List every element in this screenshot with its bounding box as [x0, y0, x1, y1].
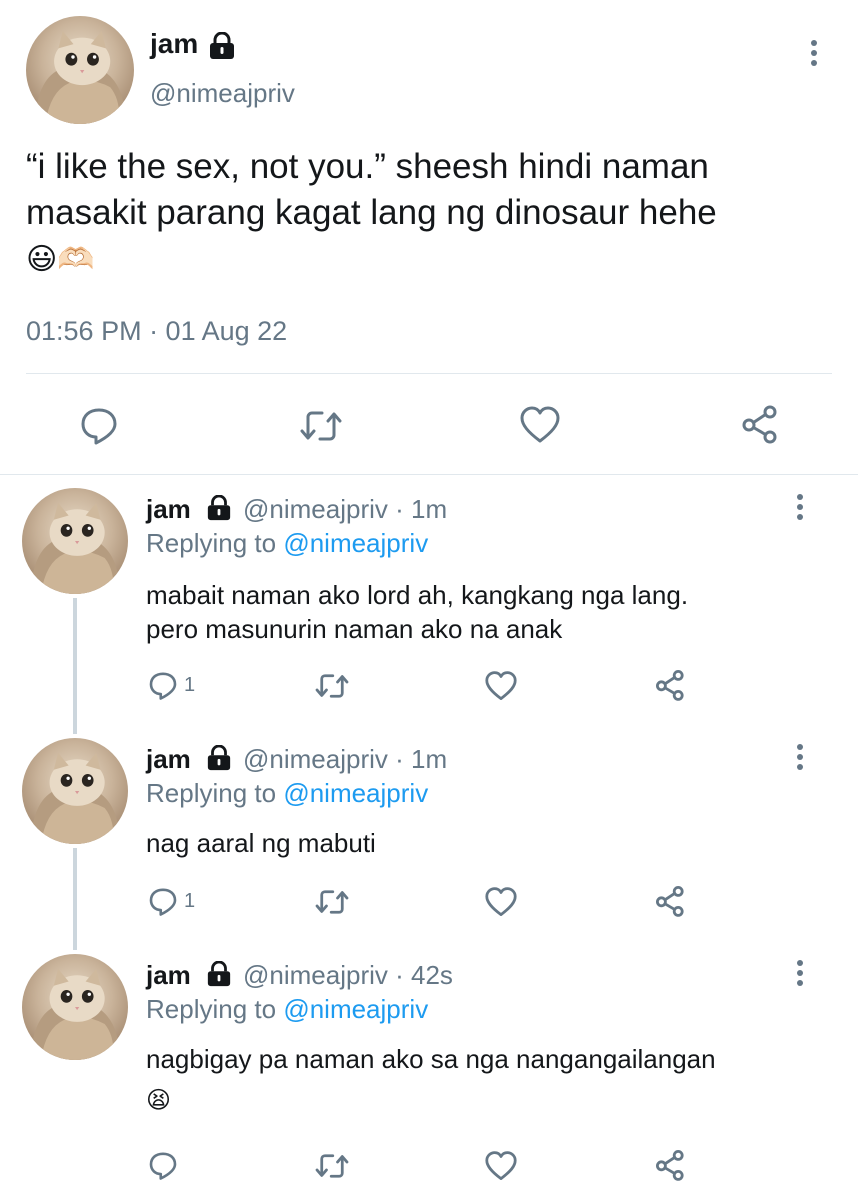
- reply-count: 1: [184, 889, 196, 912]
- avatar[interactable]: [22, 488, 128, 594]
- like-button[interactable]: [485, 671, 517, 701]
- cat-avatar-image: [30, 752, 120, 844]
- more-options-icon[interactable]: [790, 744, 810, 774]
- display-name[interactable]: jam: [146, 744, 191, 775]
- retweet-button[interactable]: [315, 1151, 349, 1181]
- replying-to-label: Replying to: [146, 528, 284, 558]
- timestamp[interactable]: 01:56 PM · 01 Aug 22: [26, 316, 287, 347]
- display-name[interactable]: jam: [146, 494, 191, 525]
- reply-icon: [149, 1152, 177, 1180]
- retweet-icon: [300, 411, 342, 441]
- lock-icon: [207, 32, 237, 60]
- like-button[interactable]: [485, 1151, 517, 1181]
- reply-icon: [149, 672, 177, 700]
- reply-icon: [149, 888, 177, 916]
- avatar[interactable]: [22, 738, 128, 844]
- replying-to: Replying to @nimeajpriv: [146, 778, 428, 809]
- share-button[interactable]: [740, 404, 782, 444]
- handle-and-time[interactable]: @nimeajpriv · 42s: [243, 960, 453, 991]
- replying-to-label: Replying to: [146, 778, 284, 808]
- like-icon: [485, 671, 517, 701]
- share-icon: [656, 1150, 684, 1181]
- avatar[interactable]: [22, 954, 128, 1060]
- retweet-icon: [315, 890, 349, 914]
- thread-line: [73, 848, 77, 950]
- like-icon: [485, 1151, 517, 1181]
- reply-text: nagbigay pa naman ako sa nga nangangaila…: [146, 1042, 716, 1076]
- replying-to: Replying to @nimeajpriv: [146, 994, 428, 1025]
- tweet-emojis: 😃🫶🏻: [26, 243, 95, 276]
- reply-button[interactable]: 1: [148, 670, 195, 700]
- replying-to-handle-link[interactable]: @nimeajpriv: [283, 528, 428, 558]
- like-button[interactable]: [520, 406, 560, 444]
- more-options-icon[interactable]: [790, 494, 810, 524]
- reply-text-line: pero masunurin naman ako na anak: [146, 614, 563, 644]
- reply-text-line: mabait naman ako lord ah, kangkang nga l…: [146, 580, 689, 610]
- share-icon: [656, 670, 684, 701]
- share-button[interactable]: [654, 1149, 688, 1181]
- reply-button[interactable]: [148, 1150, 184, 1180]
- like-icon: [485, 887, 517, 917]
- display-name[interactable]: jam: [150, 28, 198, 60]
- handle-and-time[interactable]: @nimeajpriv · 1m: [243, 744, 447, 775]
- share-icon: [656, 886, 684, 917]
- share-button[interactable]: [654, 885, 688, 917]
- handle-and-time[interactable]: @nimeajpriv · 1m: [243, 494, 447, 525]
- lock-icon: [205, 745, 233, 771]
- reply-emoji: 😫: [146, 1087, 172, 1114]
- handle[interactable]: @nimeajpriv: [150, 78, 295, 109]
- reply-count: 1: [184, 673, 196, 696]
- replying-to: Replying to @nimeajpriv: [146, 528, 428, 559]
- cat-avatar-image: [34, 31, 126, 124]
- cat-avatar-image: [30, 502, 120, 594]
- replying-to-handle-link[interactable]: @nimeajpriv: [283, 994, 428, 1024]
- retweet-button[interactable]: [315, 887, 349, 917]
- reply-text-line: nagbigay pa naman ako sa nga nangangaila…: [146, 1044, 716, 1074]
- retweet-icon: [315, 674, 349, 698]
- reply-icon: [81, 408, 117, 445]
- reply-button[interactable]: 1: [148, 886, 195, 916]
- cat-avatar-image: [30, 968, 120, 1060]
- lock-icon: [205, 961, 233, 987]
- tweet-text-body: “i like the sex, not you.” sheesh hindi …: [26, 147, 717, 232]
- retweet-icon: [315, 1154, 349, 1178]
- display-name[interactable]: jam: [146, 960, 191, 991]
- like-button[interactable]: [485, 887, 517, 917]
- thread-line: [73, 598, 77, 734]
- lock-icon: [205, 495, 233, 521]
- avatar[interactable]: [26, 16, 134, 124]
- share-button[interactable]: [654, 669, 688, 701]
- more-options-icon[interactable]: [804, 40, 824, 70]
- reply-text: nag aaral ng mabuti: [146, 826, 376, 860]
- divider: [26, 373, 832, 374]
- more-options-icon[interactable]: [790, 960, 810, 990]
- replying-to-handle-link[interactable]: @nimeajpriv: [283, 778, 428, 808]
- reply-button[interactable]: [79, 405, 119, 445]
- share-icon: [742, 405, 777, 444]
- tweet-text: “i like the sex, not you.” sheesh hindi …: [26, 144, 826, 236]
- like-icon: [520, 406, 560, 443]
- divider: [0, 474, 858, 475]
- reply-text-line: nag aaral ng mabuti: [146, 828, 376, 858]
- retweet-button[interactable]: [315, 671, 349, 701]
- replying-to-label: Replying to: [146, 994, 284, 1024]
- retweet-button[interactable]: [300, 407, 342, 445]
- reply-text: mabait naman ako lord ah, kangkang nga l…: [146, 578, 688, 646]
